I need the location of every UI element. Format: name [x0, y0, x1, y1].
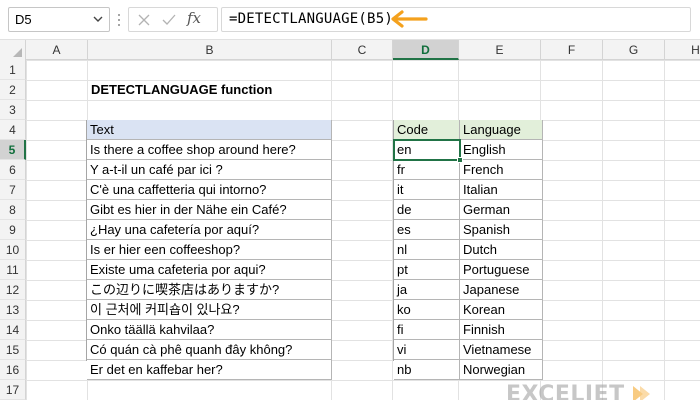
text-cell[interactable]: 이 근처에 커피숍이 있나요? [87, 300, 332, 320]
language-cell[interactable]: English [460, 140, 543, 160]
column-header-a[interactable]: A [26, 40, 88, 60]
text-cell[interactable]: Có quán cà phê quanh đây không? [87, 340, 332, 360]
language-header[interactable]: Language [460, 120, 543, 140]
drag-handle-icon[interactable] [117, 12, 121, 28]
row-header-13[interactable]: 13 [0, 300, 26, 320]
column-header-h[interactable]: H [665, 40, 700, 60]
code-cell[interactable]: es [394, 220, 460, 240]
row-header-10[interactable]: 10 [0, 240, 26, 260]
active-cell-selection[interactable] [393, 139, 461, 161]
text-cell[interactable]: Gibt es hier in der Nähe ein Café? [87, 200, 332, 220]
code-cell[interactable]: nb [394, 360, 460, 380]
text-cell[interactable]: Y a-t-il un café par ici ? [87, 160, 332, 180]
exceljet-watermark: EXCELJET [506, 379, 651, 400]
code-header[interactable]: Code [394, 120, 460, 140]
column-header-d[interactable]: D [393, 40, 459, 60]
code-cell[interactable]: ko [394, 300, 460, 320]
text-cell[interactable]: この辺りに喫茶店はありますか? [87, 280, 332, 300]
text-table-header[interactable]: Text [87, 120, 332, 140]
row-header-6[interactable]: 6 [0, 160, 26, 180]
language-cell[interactable]: Spanish [460, 220, 543, 240]
row-header-11[interactable]: 11 [0, 260, 26, 280]
language-cell[interactable]: German [460, 200, 543, 220]
code-cell[interactable]: fr [394, 160, 460, 180]
language-cell[interactable]: Korean [460, 300, 543, 320]
row-header-2[interactable]: 2 [0, 80, 26, 100]
formula-input[interactable]: =DETECTLANGUAGE(B5) [221, 7, 691, 32]
name-box-value: D5 [15, 12, 32, 27]
fill-handle[interactable] [457, 157, 463, 163]
language-cell[interactable]: Norwegian [460, 360, 543, 380]
code-cell[interactable]: fi [394, 320, 460, 340]
code-cell[interactable]: ja [394, 280, 460, 300]
formula-bar: D5 fx =DETECTLANGUAGE(B5) [0, 0, 700, 40]
column-header-g[interactable]: G [603, 40, 665, 60]
row-header-14[interactable]: 14 [0, 320, 26, 340]
name-box[interactable]: D5 [8, 7, 110, 32]
text-cell[interactable]: Is there a coffee shop around here? [87, 140, 332, 160]
insert-function-icon[interactable]: fx [187, 9, 201, 27]
cancel-icon[interactable] [137, 13, 151, 27]
text-cell[interactable]: C'è una caffetteria qui intorno? [87, 180, 332, 200]
row-header-3[interactable]: 3 [0, 100, 26, 120]
text-cell[interactable]: Er det en kaffebar her? [87, 360, 332, 380]
text-cell[interactable]: ¿Hay una cafetería por aquí? [87, 220, 332, 240]
check-icon[interactable] [161, 13, 177, 27]
column-header-e[interactable]: E [459, 40, 541, 60]
language-cell[interactable]: Portuguese [460, 260, 543, 280]
language-cell[interactable]: Italian [460, 180, 543, 200]
row-header-16[interactable]: 16 [0, 360, 26, 380]
text-cell[interactable]: Onko täällä kahvilaa? [87, 320, 332, 340]
row-header-4[interactable]: 4 [0, 120, 26, 140]
row-header-7[interactable]: 7 [0, 180, 26, 200]
code-cell[interactable]: nl [394, 240, 460, 260]
formula-text: =DETECTLANGUAGE(B5) [229, 11, 393, 27]
select-all-button[interactable] [0, 40, 26, 60]
cells-area: DETECTLANGUAGE function Text Is there a … [26, 60, 700, 400]
code-cell[interactable]: de [394, 200, 460, 220]
text-cell[interactable]: Is er hier een coffeeshop? [87, 240, 332, 260]
language-cell[interactable]: Vietnamese [460, 340, 543, 360]
row-header-15[interactable]: 15 [0, 340, 26, 360]
row-header-17[interactable]: 17 [0, 380, 26, 400]
sheet-title[interactable]: DETECTLANGUAGE function [88, 80, 272, 100]
row-header-1[interactable]: 1 [0, 60, 26, 80]
column-header-b[interactable]: B [88, 40, 332, 60]
column-header-f[interactable]: F [541, 40, 603, 60]
watermark-text: EXCELJET [506, 381, 625, 400]
worksheet-grid: ABCDEFGH 1 2 3 4 5 6 7 8 9 10 11 12 13 14 15 16 17 DETEC… [0, 40, 700, 400]
chevron-down-icon[interactable] [91, 11, 105, 27]
row-header-8[interactable]: 8 [0, 200, 26, 220]
text-cell[interactable]: Existe uma cafeteria por aqui? [87, 260, 332, 280]
language-cell[interactable]: Finnish [460, 320, 543, 340]
exceljet-logo-icon [632, 386, 650, 400]
code-cell[interactable]: it [394, 180, 460, 200]
column-header-c[interactable]: C [332, 40, 393, 60]
row-header-5[interactable]: 5 [0, 140, 26, 160]
arrow-left-icon [391, 10, 428, 28]
language-cell[interactable]: Dutch [460, 240, 543, 260]
column-headers: ABCDEFGH [0, 40, 700, 60]
language-cell[interactable]: French [460, 160, 543, 180]
row-header-9[interactable]: 9 [0, 220, 26, 240]
formula-buttons: fx [128, 7, 218, 32]
code-cell[interactable]: pt [394, 260, 460, 280]
code-cell[interactable]: vi [394, 340, 460, 360]
language-cell[interactable]: Japanese [460, 280, 543, 300]
row-header-12[interactable]: 12 [0, 280, 26, 300]
